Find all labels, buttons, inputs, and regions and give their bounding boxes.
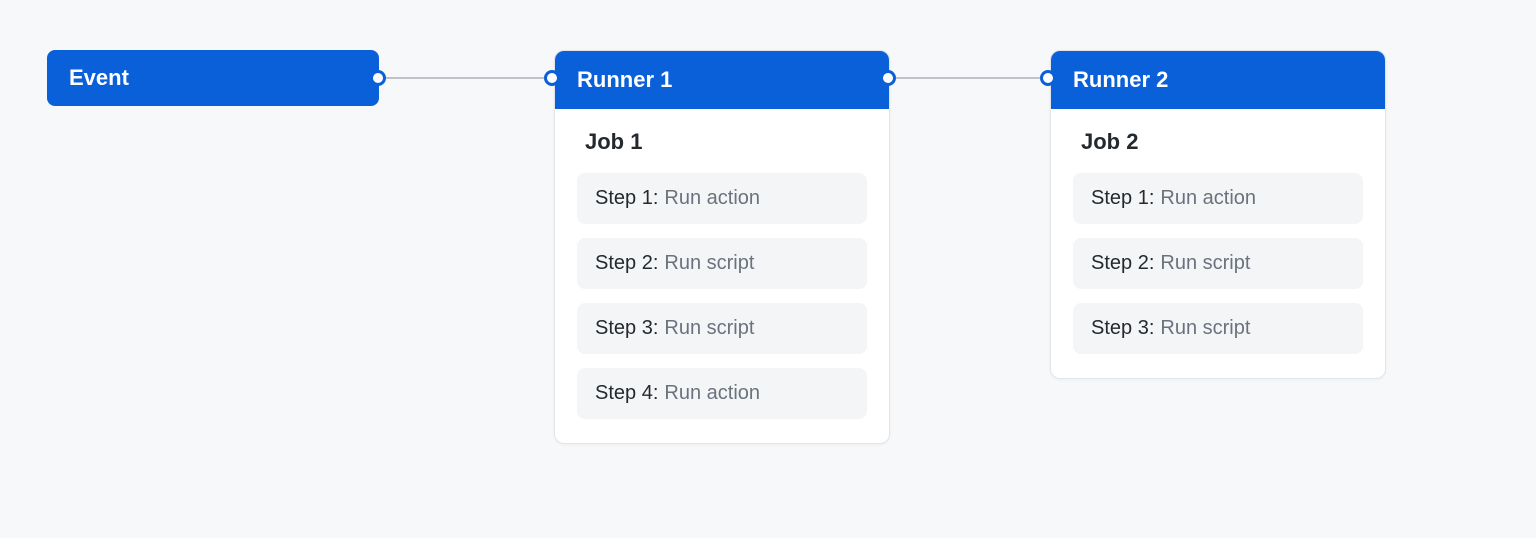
runner-1-step-4: Step 4: Run action <box>577 368 867 419</box>
step-label: Step 1: <box>595 187 658 210</box>
job-2-title: Job 2 <box>1073 129 1363 155</box>
step-label: Step 3: <box>1091 317 1154 340</box>
runner-1-body: Job 1 Step 1: Run action Step 2: Run scr… <box>555 109 889 443</box>
runner-2-node: Runner 2 Job 2 Step 1: Run action Step 2… <box>1050 50 1386 379</box>
step-label: Step 2: <box>1091 252 1154 275</box>
runner-2-body: Job 2 Step 1: Run action Step 2: Run scr… <box>1051 109 1385 378</box>
step-desc: Run script <box>1160 317 1250 340</box>
runner-1-step-3: Step 3: Run script <box>577 303 867 354</box>
workflow-diagram: Event Runner 1 Job 1 Step 1: Run action … <box>0 0 1536 538</box>
runner-1-node: Runner 1 Job 1 Step 1: Run action Step 2… <box>554 50 890 444</box>
port-runner1-out <box>880 70 896 86</box>
runner-2-step-1: Step 1: Run action <box>1073 173 1363 224</box>
event-node: Event <box>47 50 379 106</box>
step-desc: Run action <box>664 382 760 405</box>
event-label: Event <box>69 65 129 91</box>
runner-1-step-2: Step 2: Run script <box>577 238 867 289</box>
runner-1-title: Runner 1 <box>577 67 672 92</box>
step-label: Step 1: <box>1091 187 1154 210</box>
step-desc: Run script <box>1160 252 1250 275</box>
runner-1-step-1: Step 1: Run action <box>577 173 867 224</box>
port-runner1-in <box>544 70 560 86</box>
runner-2-step-2: Step 2: Run script <box>1073 238 1363 289</box>
runner-2-step-3: Step 3: Run script <box>1073 303 1363 354</box>
step-label: Step 3: <box>595 317 658 340</box>
step-desc: Run action <box>664 187 760 210</box>
step-desc: Run script <box>664 252 754 275</box>
port-runner2-in <box>1040 70 1056 86</box>
port-event-out <box>370 70 386 86</box>
job-1-title: Job 1 <box>577 129 867 155</box>
runner-2-title: Runner 2 <box>1073 67 1168 92</box>
step-label: Step 2: <box>595 252 658 275</box>
step-desc: Run script <box>664 317 754 340</box>
runner-2-header: Runner 2 <box>1051 51 1385 109</box>
step-desc: Run action <box>1160 187 1256 210</box>
runner-1-header: Runner 1 <box>555 51 889 109</box>
connector-runner1-runner2 <box>870 77 1060 79</box>
step-label: Step 4: <box>595 382 658 405</box>
connector-event-runner1 <box>370 77 560 79</box>
